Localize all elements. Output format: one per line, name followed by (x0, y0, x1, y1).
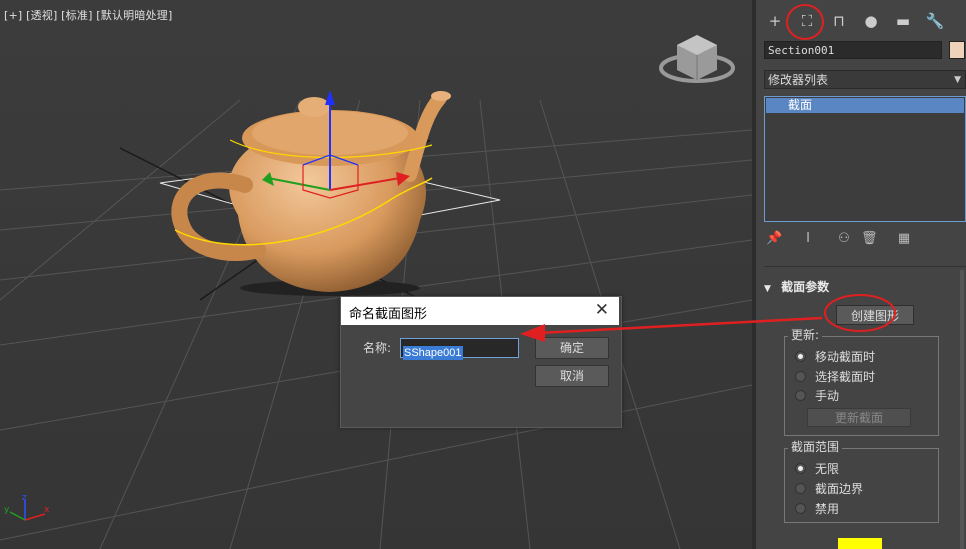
display-tab-icon[interactable]: ▬ (892, 10, 914, 32)
command-panel: + ⛶ ⊓ ● ▬ 🔧 Section001 修改器列表 ▼ 截面 📌 Ι ⚇ … (752, 0, 966, 549)
shape-name-input[interactable]: SShape001 (400, 338, 519, 360)
dialog-title: 命名截面图形 (349, 307, 428, 322)
radio-dot-icon (795, 390, 806, 401)
radio-disabled[interactable]: 禁用 (795, 502, 839, 516)
radio-dot-icon (795, 503, 806, 514)
radio-manually[interactable]: 手动 (795, 389, 839, 403)
rollout-divider (764, 266, 966, 267)
radio-dot-icon (795, 371, 806, 382)
section-color-swatch[interactable] (838, 538, 882, 549)
dialog-title-bar[interactable]: 命名截面图形 ✕ (341, 297, 619, 325)
modifier-stack[interactable]: 截面 (764, 96, 966, 222)
radio-when-section-moves[interactable]: 移动截面时 (795, 350, 875, 364)
object-color-swatch[interactable] (949, 41, 965, 59)
modifier-list-dropdown[interactable]: 修改器列表 ▼ (764, 70, 966, 89)
close-icon[interactable]: ✕ (595, 300, 609, 320)
axis-x-label: x (44, 505, 50, 515)
radio-label: 无限 (815, 462, 840, 476)
modifier-list-label: 修改器列表 (768, 73, 829, 87)
make-unique-icon[interactable]: ⚇ (836, 231, 852, 247)
name-label: 名称: (363, 341, 392, 355)
radio-section-boundary[interactable]: 截面边界 (795, 482, 863, 496)
chevron-down-icon: ▼ (954, 75, 961, 85)
viewport-scene: z x y (0, 35, 752, 549)
radio-label: 禁用 (815, 502, 840, 516)
ok-button[interactable]: 确定 (535, 337, 609, 359)
motion-tab-icon[interactable]: ● (860, 10, 882, 32)
rollout-header[interactable]: ▼ 截面参数 (764, 278, 954, 295)
remove-modifier-trash-icon[interactable]: 🗑 (861, 231, 878, 247)
update-section-button[interactable]: 更新截面 (807, 408, 911, 427)
hierarchy-tab-icon[interactable]: ⊓ (828, 10, 850, 32)
cancel-button[interactable]: 取消 (535, 365, 609, 387)
axis-z-label: z (22, 493, 27, 503)
perspective-viewport[interactable]: z x y [+] [透视] [标准] [默认明暗处理] (0, 0, 752, 549)
radio-label: 手动 (815, 389, 840, 403)
update-group-label: 更新: (788, 328, 823, 343)
update-group: 更新: 移动截面时 选择截面时 手动 更新截面 (784, 328, 939, 436)
create-tab-plus-icon[interactable]: + (764, 10, 786, 32)
collapse-arrow-icon: ▼ (764, 284, 771, 294)
modify-tab-icon[interactable]: ⛶ (796, 10, 818, 32)
radio-dot-icon (795, 463, 806, 474)
utilities-tab-wrench-icon[interactable]: 🔧 (924, 10, 946, 32)
pin-stack-icon[interactable]: 📌 (766, 231, 782, 247)
viewcube-icon (659, 35, 735, 83)
radio-label: 移动截面时 (815, 350, 876, 364)
radio-dot-icon (795, 483, 806, 494)
radio-label: 选择截面时 (815, 370, 876, 384)
create-shape-button[interactable]: 创建图形 (836, 305, 914, 325)
panel-scrollbar[interactable] (960, 270, 964, 549)
radio-label: 截面边界 (815, 482, 864, 496)
shape-name-value: SShape001 (403, 346, 463, 360)
section-extents-group: 截面范围 无限 截面边界 禁用 (784, 440, 939, 523)
show-end-result-icon[interactable]: Ι (800, 231, 816, 247)
radio-dot-icon (795, 351, 806, 362)
axis-tripod-icon: z x y (4, 493, 50, 521)
configure-modifier-sets-icon[interactable]: ▦ (896, 231, 912, 247)
viewport-label[interactable]: [+] [透视] [标准] [默认明暗处理] (4, 7, 172, 23)
radio-when-section-selected[interactable]: 选择截面时 (795, 370, 875, 384)
object-name-field[interactable]: Section001 (764, 41, 942, 59)
radio-infinite[interactable]: 无限 (795, 462, 839, 476)
name-section-shape-dialog: 命名截面图形 ✕ 名称: SShape001 确定 取消 (340, 296, 622, 428)
extents-group-label: 截面范围 (788, 440, 843, 455)
rollout-title: 截面参数 (781, 280, 830, 294)
stack-item-section[interactable]: 截面 (766, 98, 964, 113)
axis-y-label: y (4, 505, 10, 515)
